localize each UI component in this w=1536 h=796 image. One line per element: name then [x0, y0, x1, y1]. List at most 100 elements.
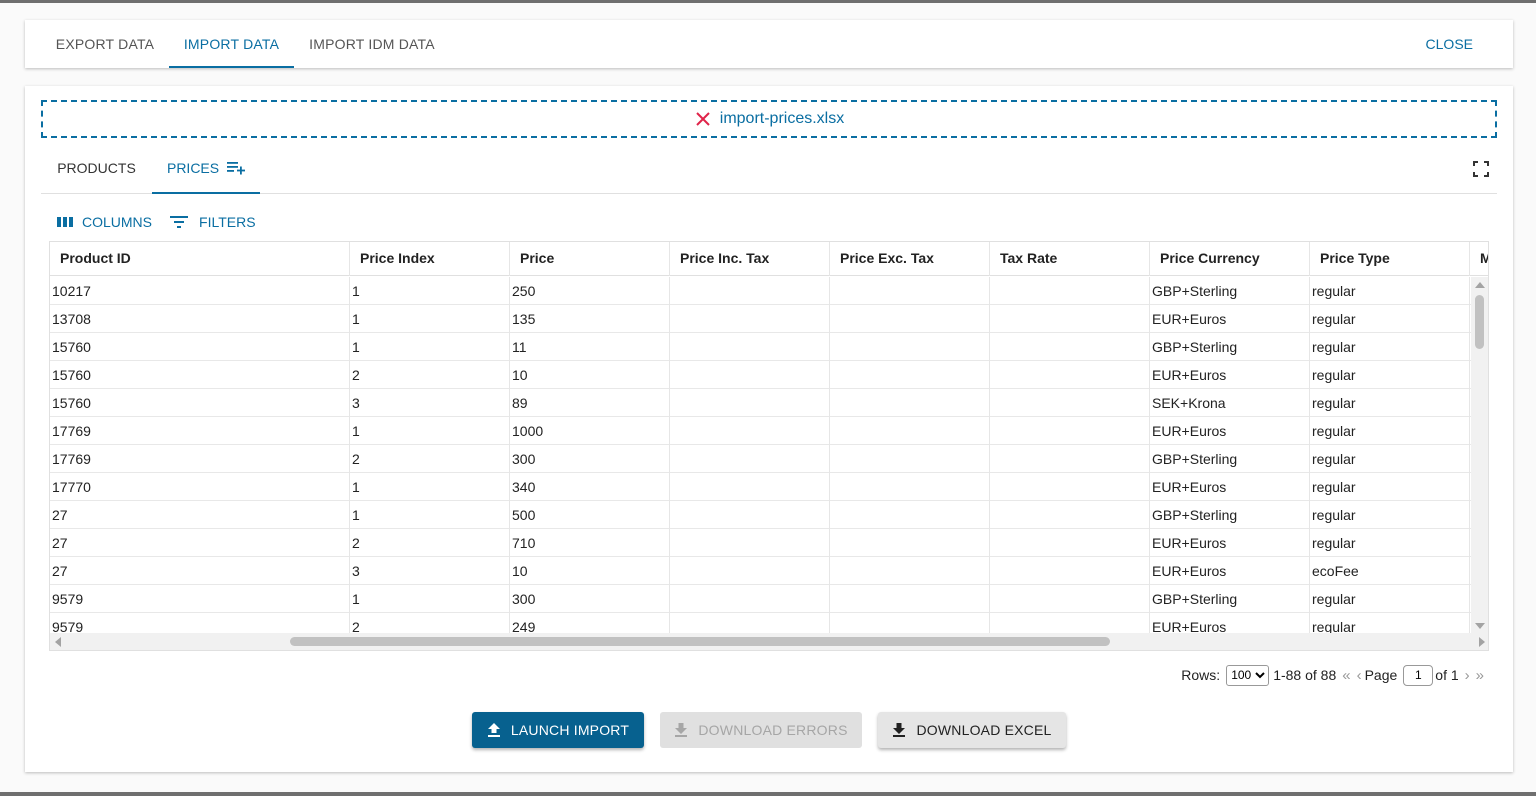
table-cell[interactable]: 3 — [350, 389, 510, 417]
close-button[interactable]: CLOSE — [1426, 20, 1473, 68]
table-cell[interactable] — [990, 557, 1150, 585]
table-row[interactable]: 10217 1 250 GBP+Sterling regular — [50, 277, 1472, 305]
table-cell[interactable]: 300 — [510, 585, 670, 613]
table-row[interactable]: 27 1 500 GBP+Sterling regular — [50, 501, 1472, 529]
table-cell[interactable]: 13708 — [50, 305, 350, 333]
file-dropzone[interactable]: import-prices.xlsx — [41, 100, 1497, 138]
next-page-icon[interactable]: › — [1465, 667, 1470, 684]
table-cell[interactable]: 710 — [510, 529, 670, 557]
table-cell[interactable]: EUR+Euros — [1150, 613, 1310, 634]
table-row[interactable]: 15760 3 89 SEK+Krona regular — [50, 389, 1472, 417]
table-cell[interactable] — [990, 277, 1150, 305]
table-cell[interactable]: 10217 — [50, 277, 350, 305]
table-row[interactable]: 27 2 710 EUR+Euros regular — [50, 529, 1472, 557]
table-cell[interactable] — [830, 501, 990, 529]
table-cell[interactable]: 17769 — [50, 417, 350, 445]
table-cell[interactable] — [830, 445, 990, 473]
table-cell[interactable]: 27 — [50, 529, 350, 557]
table-cell[interactable]: 15760 — [50, 361, 350, 389]
table-cell[interactable] — [670, 585, 830, 613]
column-header[interactable]: Price — [510, 242, 670, 276]
table-cell[interactable]: 1 — [350, 473, 510, 501]
table-cell[interactable]: 1 — [350, 585, 510, 613]
table-cell[interactable]: 135 — [510, 305, 670, 333]
vertical-scroll-thumb[interactable] — [1475, 295, 1484, 349]
tab-export-data[interactable]: EXPORT DATA — [41, 20, 169, 68]
column-header[interactable]: Price Inc. Tax — [670, 242, 830, 276]
table-cell[interactable] — [670, 445, 830, 473]
column-header[interactable]: M — [1470, 242, 1488, 276]
table-cell[interactable]: 300 — [510, 445, 670, 473]
table-cell[interactable]: GBP+Sterling — [1150, 501, 1310, 529]
table-cell[interactable]: 3 — [350, 557, 510, 585]
table-cell[interactable] — [830, 585, 990, 613]
table-cell[interactable]: 27 — [50, 501, 350, 529]
table-cell[interactable] — [670, 501, 830, 529]
table-cell[interactable]: SEK+Krona — [1150, 389, 1310, 417]
table-cell[interactable]: 2 — [350, 361, 510, 389]
table-cell[interactable]: 249 — [510, 613, 670, 634]
table-cell[interactable]: 27 — [50, 557, 350, 585]
column-header[interactable]: Price Index — [350, 242, 510, 276]
table-cell[interactable] — [830, 473, 990, 501]
tab-products[interactable]: PRODUCTS — [41, 146, 152, 193]
table-row[interactable]: 9579 2 249 EUR+Euros regular — [50, 613, 1472, 634]
table-cell[interactable] — [830, 417, 990, 445]
close-icon[interactable] — [694, 110, 712, 128]
table-cell[interactable]: regular — [1310, 585, 1470, 613]
table-cell[interactable]: EUR+Euros — [1150, 305, 1310, 333]
table-row[interactable]: 9579 1 300 GBP+Sterling regular — [50, 585, 1472, 613]
table-cell[interactable]: regular — [1310, 417, 1470, 445]
table-cell[interactable]: 10 — [510, 361, 670, 389]
table-row[interactable]: 17770 1 340 EUR+Euros regular — [50, 473, 1472, 501]
download-errors-button[interactable]: DOWNLOAD ERRORS — [660, 712, 862, 748]
table-cell[interactable] — [990, 501, 1150, 529]
column-header[interactable]: Price Currency — [1150, 242, 1310, 276]
column-header[interactable]: Price Exc. Tax — [830, 242, 990, 276]
table-cell[interactable] — [670, 361, 830, 389]
table-cell[interactable]: 9579 — [50, 585, 350, 613]
table-cell[interactable]: 2 — [350, 613, 510, 634]
table-cell[interactable] — [830, 361, 990, 389]
last-page-icon[interactable]: » — [1476, 667, 1484, 684]
tab-import-idm-data[interactable]: IMPORT IDM DATA — [294, 20, 450, 68]
rows-per-page-select[interactable]: 100 — [1226, 664, 1270, 686]
table-cell[interactable]: regular — [1310, 445, 1470, 473]
table-cell[interactable] — [830, 305, 990, 333]
table-row[interactable]: 13708 1 135 EUR+Euros regular — [50, 305, 1472, 333]
table-cell[interactable]: EUR+Euros — [1150, 417, 1310, 445]
table-row[interactable]: 17769 1 1000 EUR+Euros regular — [50, 417, 1472, 445]
table-cell[interactable]: 1 — [350, 305, 510, 333]
table-cell[interactable] — [990, 333, 1150, 361]
table-cell[interactable]: 15760 — [50, 333, 350, 361]
table-cell[interactable]: 17770 — [50, 473, 350, 501]
table-cell[interactable] — [990, 417, 1150, 445]
table-cell[interactable]: 2 — [350, 529, 510, 557]
first-page-icon[interactable]: « — [1342, 667, 1350, 684]
scroll-left-arrow-icon[interactable] — [55, 637, 61, 647]
column-header[interactable]: Price Type — [1310, 242, 1470, 276]
table-cell[interactable]: regular — [1310, 333, 1470, 361]
table-cell[interactable]: 500 — [510, 501, 670, 529]
table-cell[interactable]: 340 — [510, 473, 670, 501]
table-cell[interactable] — [670, 333, 830, 361]
column-header[interactable]: Product ID — [50, 242, 350, 276]
table-cell[interactable] — [990, 613, 1150, 634]
table-cell[interactable] — [670, 417, 830, 445]
table-cell[interactable]: 1 — [350, 333, 510, 361]
table-cell[interactable]: 1000 — [510, 417, 670, 445]
table-cell[interactable] — [990, 445, 1150, 473]
table-cell[interactable]: GBP+Sterling — [1150, 333, 1310, 361]
column-header[interactable]: Tax Rate — [990, 242, 1150, 276]
table-cell[interactable]: EUR+Euros — [1150, 557, 1310, 585]
tab-import-data[interactable]: IMPORT DATA — [169, 20, 294, 68]
table-cell[interactable]: 9579 — [50, 613, 350, 634]
table-cell[interactable]: 15760 — [50, 389, 350, 417]
table-cell[interactable] — [830, 333, 990, 361]
table-cell[interactable]: ecoFee — [1310, 557, 1470, 585]
table-cell[interactable]: 1 — [350, 501, 510, 529]
download-excel-button[interactable]: DOWNLOAD EXCEL — [878, 712, 1066, 748]
table-row[interactable]: 15760 2 10 EUR+Euros regular — [50, 361, 1472, 389]
table-cell[interactable]: 1 — [350, 417, 510, 445]
scroll-down-arrow-icon[interactable] — [1475, 623, 1485, 629]
